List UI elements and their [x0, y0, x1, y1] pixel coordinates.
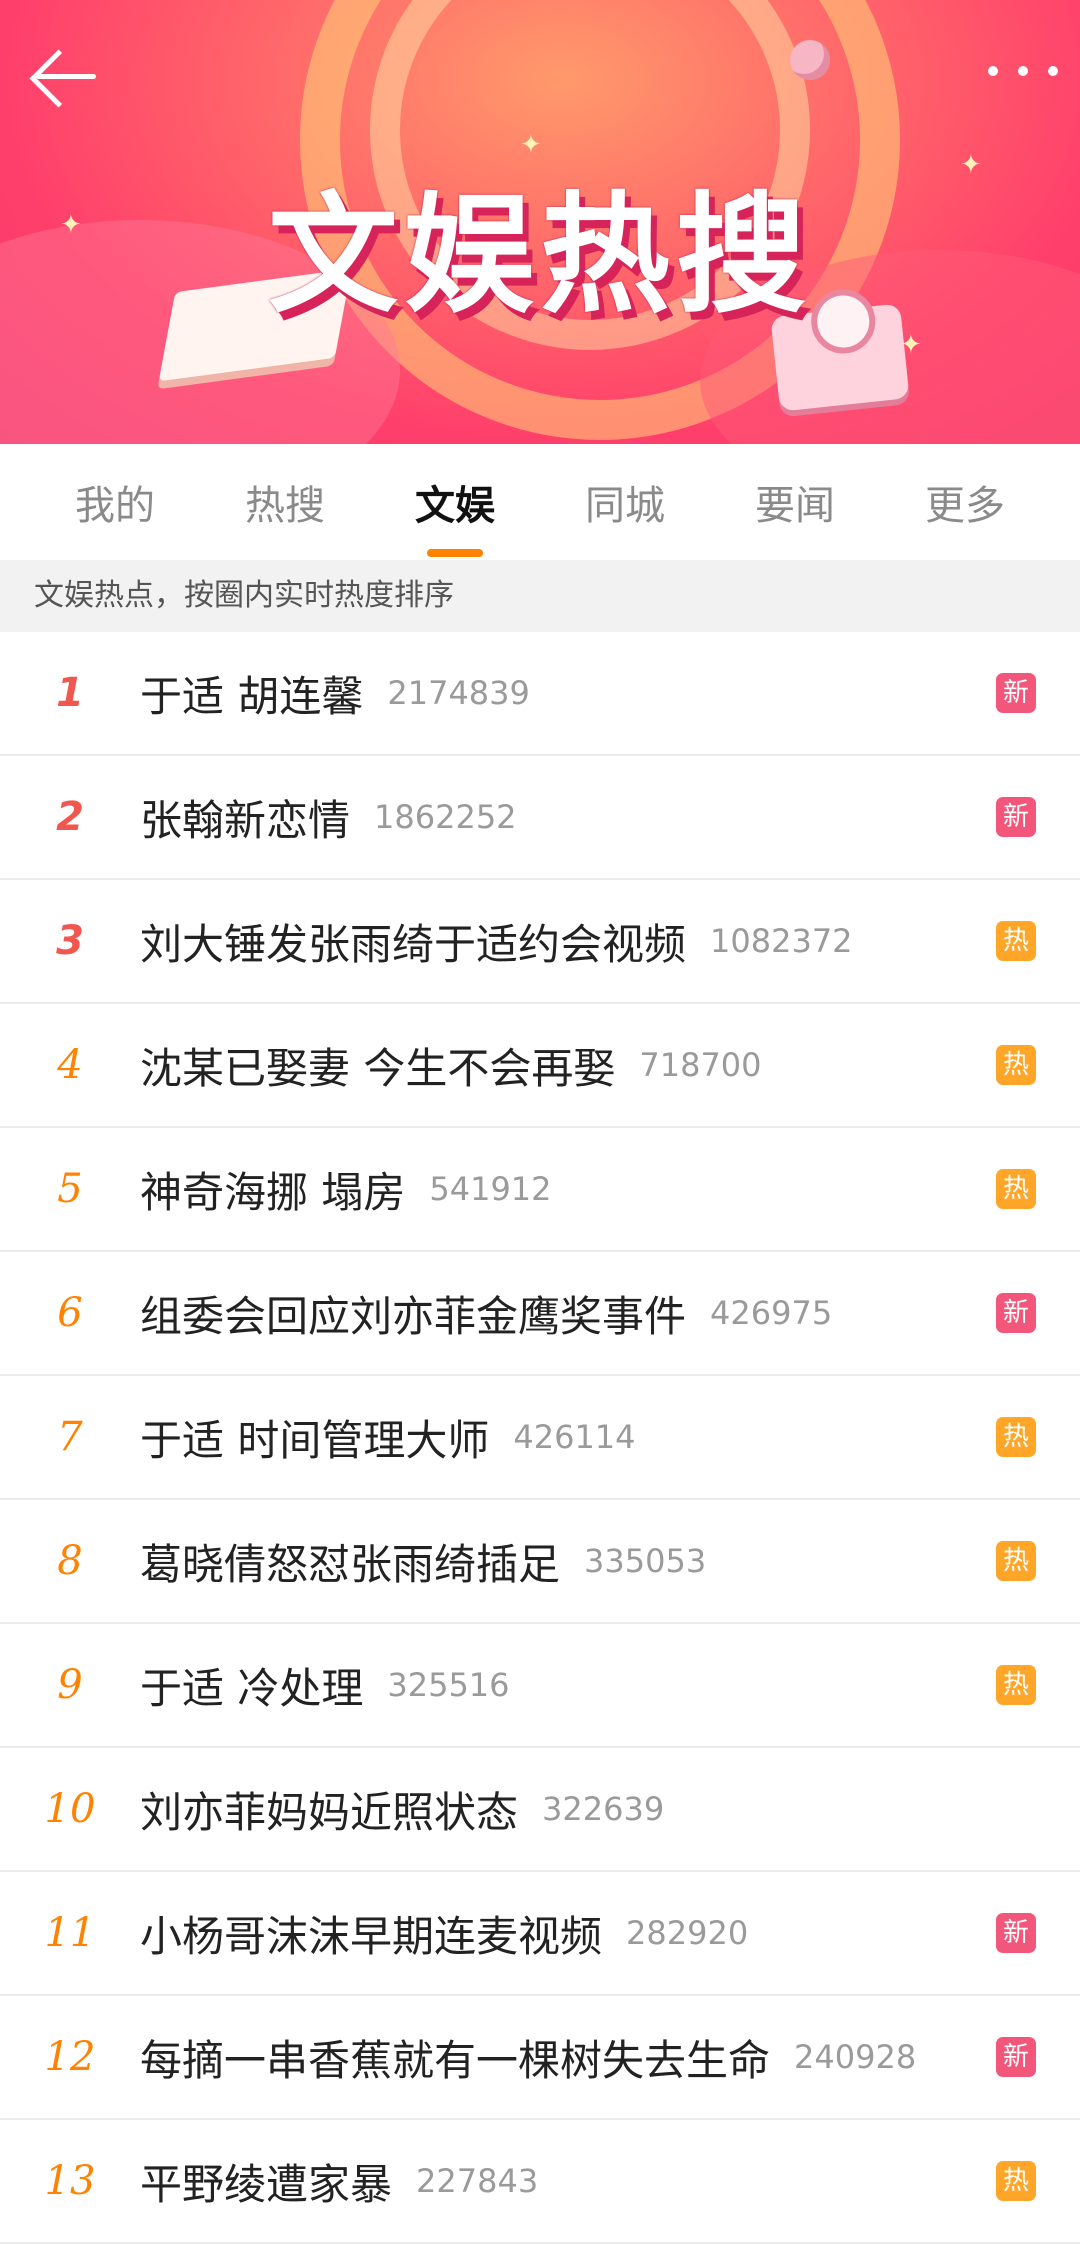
heat-count: 282920: [626, 1914, 749, 1952]
new-badge: 新: [996, 1913, 1036, 1953]
planet-icon: [790, 40, 830, 80]
rank-number: 1: [56, 670, 84, 716]
list-item[interactable]: 8 葛晓倩怒怼张雨绮插足 335053 热: [0, 1500, 1080, 1624]
item-title: 葛晓倩怒怼张雨绮插足: [140, 1539, 561, 1589]
list-item[interactable]: 9 于适 冷处理 325516 热: [0, 1624, 1080, 1748]
heat-count: 426114: [513, 1418, 636, 1456]
heat-count: 541912: [429, 1170, 552, 1208]
item-title: 刘亦菲妈妈近照状态: [140, 1787, 519, 1837]
heat-count: 335053: [584, 1542, 707, 1580]
header-banner: ✦ ✦ ✦ ✦ 文娱热搜: [0, 0, 1080, 444]
item-title: 沈某已娶妻 今生不会再娶: [140, 1043, 616, 1093]
hot-badge: 热: [996, 1045, 1036, 1085]
rank-number: 4: [57, 1042, 83, 1088]
hot-badge: 热: [996, 1417, 1036, 1457]
item-title: 组委会回应刘亦菲金鹰奖事件: [140, 1291, 687, 1341]
hot-search-list: 1 于适 胡连馨 2174839 新 2 张翰新恋情 1862252 新 3 刘大锤发张雨绮于适约…: [0, 632, 1080, 2244]
tab-local[interactable]: 同城: [550, 473, 700, 531]
item-title: 于适 胡连馨: [140, 671, 364, 721]
list-item[interactable]: 13 平野绫遭家暴 227843 热: [0, 2120, 1080, 2244]
list-item[interactable]: 1 于适 胡连馨 2174839 新: [0, 632, 1080, 756]
tab-hot-search[interactable]: 热搜: [210, 473, 360, 531]
list-item[interactable]: 6 组委会回应刘亦菲金鹰奖事件 426975 新: [0, 1252, 1080, 1376]
tab-bar: 我的 热搜 文娱 同城 要闻 更多: [0, 444, 1080, 560]
new-badge: 新: [996, 797, 1036, 837]
tab-news[interactable]: 要闻: [720, 473, 870, 531]
list-item[interactable]: 2 张翰新恋情 1862252 新: [0, 756, 1080, 880]
list-item[interactable]: 12 每摘一串香蕉就有一棵树失去生命 240928 新: [0, 1996, 1080, 2120]
rank-number: 7: [57, 1414, 83, 1460]
rank-number: 6: [57, 1290, 83, 1336]
item-title: 平野绫遭家暴: [140, 2159, 393, 2209]
item-title: 于适 时间管理大师: [140, 1415, 490, 1465]
rank-number: 12: [44, 2034, 96, 2080]
tab-mine[interactable]: 我的: [40, 473, 190, 531]
rank-number: 3: [56, 918, 84, 964]
tab-more[interactable]: 更多: [890, 473, 1040, 531]
item-title: 小杨哥沫沫早期连麦视频: [140, 1911, 603, 1961]
heat-count: 322639: [542, 1790, 665, 1828]
hot-badge: 热: [996, 1541, 1036, 1581]
rank-number: 13: [44, 2158, 96, 2204]
tab-entertainment[interactable]: 文娱: [380, 473, 530, 557]
more-dots-icon[interactable]: [988, 56, 1058, 86]
item-title: 神奇海挪 塌房: [140, 1167, 406, 1217]
heat-count: 718700: [639, 1046, 762, 1084]
heat-count: 426975: [710, 1294, 833, 1332]
rank-number: 11: [44, 1910, 96, 1956]
hot-badge: 热: [996, 1665, 1036, 1705]
heat-count: 2174839: [387, 674, 530, 712]
list-item[interactable]: 11 小杨哥沫沫早期连麦视频 282920 新: [0, 1872, 1080, 1996]
list-item[interactable]: 7 于适 时间管理大师 426114 热: [0, 1376, 1080, 1500]
hot-badge: 热: [996, 2161, 1036, 2201]
item-title: 张翰新恋情: [140, 795, 351, 845]
new-badge: 新: [996, 2037, 1036, 2077]
rank-number: 10: [44, 1786, 96, 1832]
rank-number: 9: [57, 1662, 83, 1708]
heat-count: 1862252: [374, 798, 517, 836]
new-badge: 新: [996, 1293, 1036, 1333]
list-item[interactable]: 3 刘大锤发张雨绮于适约会视频 1082372 热: [0, 880, 1080, 1004]
rank-number: 5: [57, 1166, 83, 1212]
heat-count: 240928: [794, 2038, 917, 2076]
list-description: 文娱热点，按圈内实时热度排序: [0, 560, 1080, 632]
list-item[interactable]: 5 神奇海挪 塌房 541912 热: [0, 1128, 1080, 1252]
rank-number: 8: [57, 1538, 83, 1584]
active-tab-indicator: [427, 549, 483, 557]
rank-number: 2: [56, 794, 84, 840]
page-title: 文娱热搜: [267, 179, 812, 331]
arrow-left-icon[interactable]: [28, 42, 102, 112]
heat-count: 1082372: [710, 922, 853, 960]
heat-count: 227843: [416, 2162, 539, 2200]
list-item[interactable]: 4 沈某已娶妻 今生不会再娶 718700 热: [0, 1004, 1080, 1128]
item-title: 每摘一串香蕉就有一棵树失去生命: [140, 2035, 771, 2085]
hot-badge: 热: [996, 1169, 1036, 1209]
new-badge: 新: [996, 673, 1036, 713]
list-item[interactable]: 10 刘亦菲妈妈近照状态 322639: [0, 1748, 1080, 1872]
hot-badge: 热: [996, 921, 1036, 961]
item-title: 于适 冷处理: [140, 1663, 364, 1713]
item-title: 刘大锤发张雨绮于适约会视频: [140, 919, 687, 969]
heat-count: 325516: [387, 1666, 510, 1704]
